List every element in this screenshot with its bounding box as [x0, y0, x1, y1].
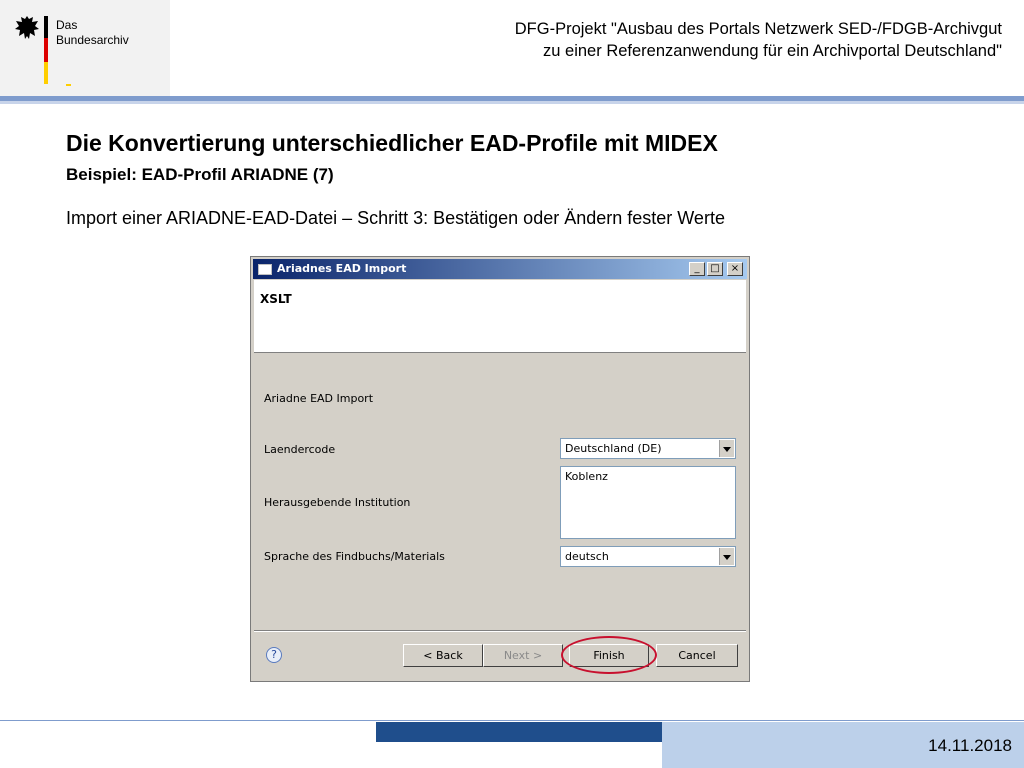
eagle-icon	[15, 16, 39, 39]
sprache-label: Sprache des Findbuchs/Materials	[264, 550, 445, 563]
institution-value: Koblenz	[565, 470, 608, 483]
header-bar-light	[0, 101, 1024, 104]
dialog-separator	[254, 630, 746, 632]
institution-textarea[interactable]: Koblenz	[560, 466, 736, 539]
import-dialog: Ariadnes EAD Import _ □ × XSLT Ariadne E…	[250, 256, 750, 682]
dialog-titlebar[interactable]: Ariadnes EAD Import _ □ ×	[253, 259, 747, 279]
section-label: Ariadne EAD Import	[264, 392, 374, 405]
german-flag-icon	[44, 16, 48, 84]
laendercode-label: Laendercode	[264, 443, 336, 456]
slide-date: 14.11.2018	[928, 736, 1012, 755]
maximize-button[interactable]: □	[707, 262, 723, 276]
footer-dark-bar	[376, 722, 662, 742]
window-icon	[258, 264, 272, 275]
logo-dash	[66, 84, 71, 86]
slide-description: Import einer ARIADNE-EAD-Datei – Schritt…	[66, 208, 725, 228]
dialog-title: Ariadnes EAD Import	[277, 262, 407, 275]
laendercode-select[interactable]: Deutschland (DE)	[560, 438, 736, 459]
cancel-button[interactable]: Cancel	[656, 644, 738, 667]
banner-title: XSLT	[260, 292, 292, 306]
logo-line-1: Das	[56, 18, 78, 32]
project-header: DFG-Projekt "Ausbau des Portals Netzwerk…	[515, 18, 1002, 62]
laendercode-value: Deutschland (DE)	[565, 442, 662, 455]
logo-box: Das Bundesarchiv	[0, 0, 170, 96]
slide-subtitle: Beispiel: EAD-Profil ARIADNE (7)	[66, 165, 334, 184]
slide-title: Die Konvertierung unterschiedlicher EAD-…	[66, 130, 718, 156]
logo-text: Das Bundesarchiv	[56, 18, 129, 48]
institution-label: Herausgebende Institution	[264, 496, 411, 509]
project-header-line-2: zu einer Referenzanwendung für ein Archi…	[543, 42, 1002, 60]
sprache-value: deutsch	[565, 550, 609, 563]
next-button[interactable]: Next >	[483, 644, 563, 667]
chevron-down-icon[interactable]	[719, 440, 734, 457]
finish-highlight-ring	[561, 636, 657, 674]
close-button[interactable]: ×	[727, 262, 743, 276]
sprache-select[interactable]: deutsch	[560, 546, 736, 567]
dialog-banner: XSLT	[254, 280, 746, 353]
help-icon[interactable]: ?	[266, 647, 282, 663]
logo-line-2: Bundesarchiv	[56, 33, 129, 47]
minimize-button[interactable]: _	[689, 262, 705, 276]
footer-line	[0, 720, 1024, 721]
project-header-line-1: DFG-Projekt "Ausbau des Portals Netzwerk…	[514, 20, 1002, 38]
chevron-down-icon[interactable]	[719, 548, 734, 565]
back-button[interactable]: < Back	[403, 644, 483, 667]
